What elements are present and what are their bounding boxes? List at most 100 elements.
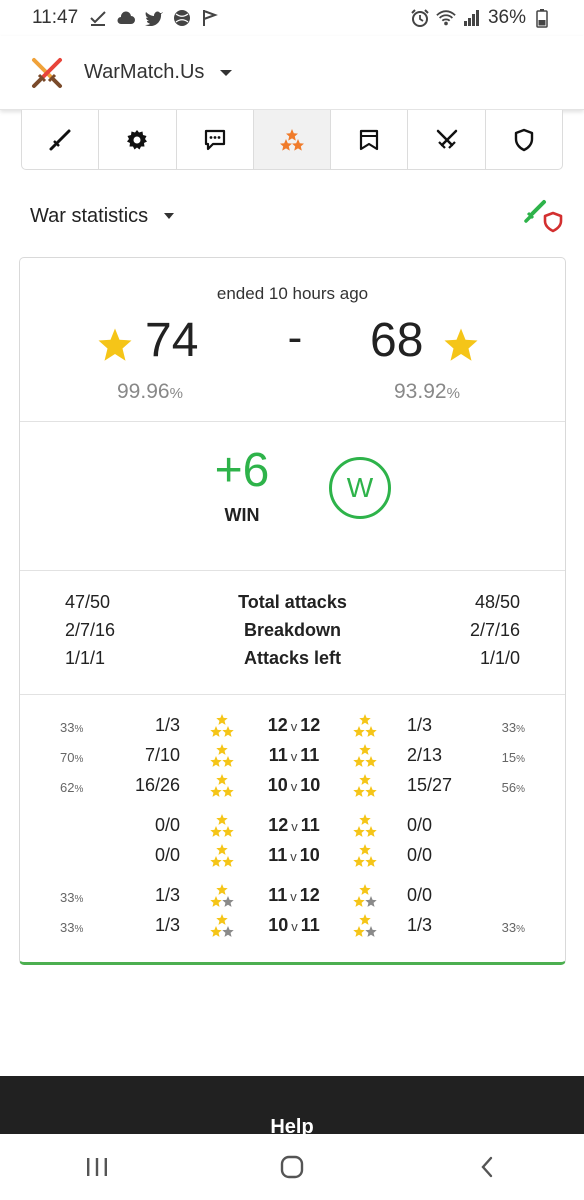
app-title[interactable]: WarMatch.Us xyxy=(84,61,204,84)
help-label: Help xyxy=(270,1116,314,1134)
left-hit-rate: 33% xyxy=(60,890,84,905)
home-icon xyxy=(280,1155,304,1179)
flag-icon xyxy=(200,9,220,27)
stars-icon xyxy=(210,814,234,837)
our-destruction-percent: 99.96% xyxy=(117,380,183,403)
app-header: WarMatch.Us xyxy=(0,36,584,110)
status-time: 11:47 xyxy=(32,7,79,28)
attack-stats: 47/50 Total attacks 48/50 2/7/16 Breakdo… xyxy=(20,592,565,676)
score-row: 74 - 68 xyxy=(20,313,565,377)
left-hit-rate: 33% xyxy=(60,720,84,735)
right-fraction: 0/0 xyxy=(407,845,433,865)
war-ended-time: ended 10 hours ago xyxy=(216,284,369,303)
tab-battle[interactable] xyxy=(408,110,486,169)
stars-icon xyxy=(210,744,234,767)
table-row: 70% 7/10 11 v 11 2/13 15% xyxy=(20,743,565,773)
right-fraction: 1/3 xyxy=(407,915,433,935)
stars-icon xyxy=(210,714,234,737)
system-nav-bar xyxy=(0,1134,584,1200)
back-icon xyxy=(481,1156,492,1178)
cloud-icon xyxy=(116,9,136,27)
stars-icon xyxy=(210,774,234,797)
th-matchup: 12 v 11 xyxy=(268,815,320,835)
stars-icon xyxy=(353,844,377,867)
table-row: 62% 16/26 10 v 10 15/27 56% xyxy=(20,773,565,803)
their-destruction-percent: 93.92% xyxy=(394,380,460,403)
battery-icon xyxy=(532,9,552,28)
stars-icon xyxy=(353,914,377,937)
star-difference: +6 xyxy=(214,444,270,497)
stat-row-breakdown: 2/7/16 Breakdown 2/7/16 xyxy=(65,620,520,640)
twitter-icon xyxy=(144,9,164,27)
table-row: 33% 1/3 11 v 12 0/0 xyxy=(20,883,565,913)
sword-icon xyxy=(49,129,71,150)
tab-settings[interactable] xyxy=(99,110,177,169)
score-separator: - xyxy=(287,313,303,362)
divider xyxy=(20,694,565,695)
alarm-icon xyxy=(410,9,430,27)
th-matchup: 12 v 12 xyxy=(267,715,321,735)
left-fraction: 16/26 xyxy=(134,775,180,795)
icon-tab-bar xyxy=(21,110,563,170)
stat-row-attacks-left: 1/1/1 Attacks left 1/1/0 xyxy=(65,648,520,668)
stars-icon xyxy=(353,774,377,797)
table-row: 33% 1/3 10 v 11 1/3 33% xyxy=(20,913,565,943)
tab-defense[interactable] xyxy=(486,110,562,169)
divider xyxy=(20,421,565,422)
right-fraction: 0/0 xyxy=(407,815,433,835)
win-badge: W xyxy=(329,457,391,519)
wifi-icon xyxy=(436,9,456,27)
crossed-swords-icon xyxy=(436,129,457,149)
star-icon xyxy=(98,328,132,361)
th-matchup: 11 v 10 xyxy=(268,845,320,865)
section-header: War statistics xyxy=(30,196,564,236)
stars-icon xyxy=(210,844,234,867)
table-row: 0/0 12 v 11 0/0 xyxy=(20,813,565,843)
right-hit-rate: 15% xyxy=(501,750,525,765)
divider xyxy=(20,570,565,571)
our-stars-score: 74 xyxy=(145,314,199,367)
right-fraction: 15/27 xyxy=(407,775,453,795)
stars-icon xyxy=(279,128,304,151)
left-fraction: 1/3 xyxy=(154,715,180,735)
recent-apps-button[interactable] xyxy=(67,1147,127,1187)
crossed-swords-logo-icon[interactable] xyxy=(30,56,64,90)
th-matchup: 10 v 10 xyxy=(267,775,321,795)
stars-icon xyxy=(353,714,377,737)
tab-stars[interactable] xyxy=(253,110,332,169)
stars-icon xyxy=(353,884,377,907)
tab-bookmark[interactable] xyxy=(331,110,409,169)
left-fraction: 7/10 xyxy=(144,745,180,765)
status-bar: 11:47 36% xyxy=(0,0,584,36)
right-fraction: 2/13 xyxy=(407,745,443,765)
tab-chat[interactable] xyxy=(177,110,254,169)
left-fraction: 0/0 xyxy=(154,815,180,835)
back-button[interactable] xyxy=(457,1147,517,1187)
stars-icon xyxy=(353,814,377,837)
sword-shield-icon xyxy=(524,199,564,233)
right-hit-rate: 33% xyxy=(501,720,525,735)
left-fraction: 1/3 xyxy=(154,885,180,905)
signal-icon xyxy=(462,9,482,27)
chevron-down-icon[interactable] xyxy=(164,213,175,219)
war-result: WIN xyxy=(224,505,260,525)
battery-percent: 36% xyxy=(487,7,526,28)
table-row: 33% 1/3 12 v 12 1/3 33% xyxy=(20,713,565,743)
table-row: 0/0 11 v 10 0/0 xyxy=(20,843,565,873)
left-fraction: 1/3 xyxy=(154,915,180,935)
their-stars-score: 68 xyxy=(370,314,424,367)
ball-icon xyxy=(172,9,192,27)
home-button[interactable] xyxy=(262,1147,322,1187)
chevron-down-icon[interactable] xyxy=(220,69,233,76)
help-bar[interactable]: Help xyxy=(0,1076,584,1134)
right-fraction: 0/0 xyxy=(407,885,433,905)
th-breakdown-table: 33% 1/3 12 v 12 1/3 33% 70% 7/10 11 v 11 2/13 15% 62% 1… xyxy=(20,713,565,943)
recent-apps-icon xyxy=(87,1158,108,1176)
tab-sword[interactable] xyxy=(22,110,100,169)
section-title[interactable]: War statistics xyxy=(30,205,148,228)
war-statistics-card: ended 10 hours ago 74 - 68 99.96% 93.92%… xyxy=(19,257,566,965)
gear-icon xyxy=(127,129,148,149)
right-hit-rate: 56% xyxy=(501,780,525,795)
